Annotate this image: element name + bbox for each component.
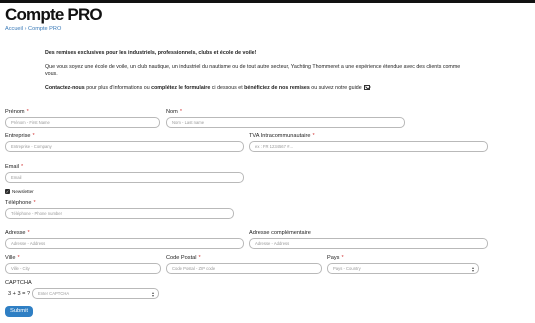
nom-label: Nom * xyxy=(166,109,182,115)
newsletter-checkbox[interactable]: ✓ xyxy=(5,189,10,194)
email-input[interactable]: Email xyxy=(5,172,244,183)
code-postal-label: Code Postal * xyxy=(166,255,201,261)
contact-text-2: complétez le formulaire xyxy=(151,84,211,91)
contact-text-1: pour plus d'informations ou xyxy=(84,84,152,91)
adresse-complementaire-input[interactable]: Adresse - Address xyxy=(249,238,488,249)
breadcrumb: Accueil › Compte PRO xyxy=(5,26,61,32)
breadcrumb-current: Compte PRO xyxy=(28,26,62,32)
tva-input[interactable]: ex : FR 1234567 #... xyxy=(249,141,488,152)
tva-label: TVA Intracommunautaire * xyxy=(249,133,315,139)
top-bar xyxy=(0,0,535,3)
telephone-label: Téléphone * xyxy=(5,200,36,206)
adresse-complementaire-label: Adresse complémentaire xyxy=(249,230,311,236)
captcha-input[interactable]: Enter CAPTCHA ▴ ▾ xyxy=(32,288,159,299)
telephone-input[interactable]: Téléphone - Phone number xyxy=(5,208,234,219)
newsletter-label: Newsletter xyxy=(12,188,34,194)
contact-link[interactable]: Contactez-nous xyxy=(45,85,85,91)
mail-icon[interactable] xyxy=(364,85,371,90)
entreprise-label: Entreprise * xyxy=(5,133,35,139)
code-postal-input[interactable]: Code Postal - ZIP code xyxy=(166,263,322,274)
prenom-label: Prénom * xyxy=(5,109,29,115)
entreprise-input[interactable]: Entreprise - Company xyxy=(5,141,244,152)
select-arrows-icon: ▴ ▾ xyxy=(471,265,474,273)
contact-text-5: ou suivez notre guide xyxy=(309,84,362,91)
ville-input[interactable]: Ville - City xyxy=(5,263,161,274)
ville-label: Ville * xyxy=(5,255,20,261)
intro-headline: Des remises exclusives pour les industri… xyxy=(45,50,257,56)
captcha-input-placeholder: Enter CAPTCHA xyxy=(38,291,70,296)
prenom-input[interactable]: Prénom - First Name xyxy=(5,117,160,128)
breadcrumb-home-link[interactable]: Accueil xyxy=(5,26,23,32)
captcha-label: CAPTCHA xyxy=(5,280,32,286)
intro-section: Des remises exclusives pour les industri… xyxy=(45,50,465,98)
email-label: Email * xyxy=(5,164,24,170)
intro-body: Que vous soyez une école de voile, un cl… xyxy=(45,63,461,78)
contact-text-4: bénéficiez de nos remises xyxy=(244,84,310,91)
contact-text-3: ci dessous et xyxy=(210,84,245,91)
captcha-question: 3 + 3 = ? xyxy=(8,291,31,297)
breadcrumb-separator: › xyxy=(24,26,27,32)
pays-select[interactable]: Pays - Country ▴ ▾ xyxy=(327,263,479,274)
page-title: Compte PRO xyxy=(5,5,103,24)
pays-select-value: Pays - Country xyxy=(333,266,361,271)
adresse-label: Adresse * xyxy=(5,230,30,236)
stepper-arrows-icon[interactable]: ▴ ▾ xyxy=(152,291,154,298)
adresse-input[interactable]: Adresse - Address xyxy=(5,238,244,249)
intro-contact: Contactez-nous pour plus d'informations … xyxy=(45,85,465,93)
submit-button[interactable]: Submit xyxy=(5,306,33,317)
pays-label: Pays * xyxy=(327,255,344,261)
nom-input[interactable]: Nom - Last name xyxy=(166,117,405,128)
